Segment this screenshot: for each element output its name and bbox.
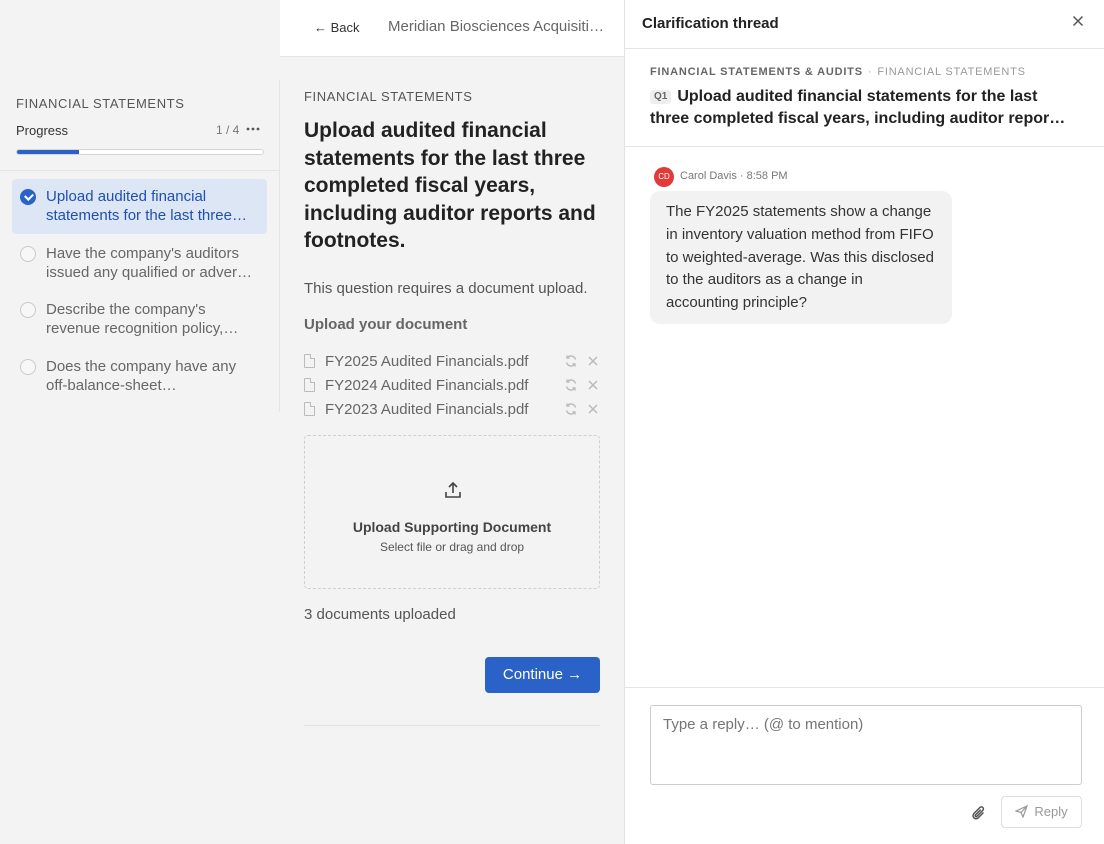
file-row: FY2025 Audited Financials.pdf	[304, 351, 600, 371]
progress-bar-fill	[17, 150, 79, 154]
radio-circle-icon	[20, 302, 36, 318]
remove-icon[interactable]	[586, 378, 600, 392]
thread-breadcrumb: Financial Statements & Audits · Financial …	[650, 66, 1026, 78]
sidebar-item-label: Describe the company's revenue recogniti…	[46, 301, 224, 337]
upload-icon	[445, 481, 461, 498]
send-icon	[1014, 804, 1029, 819]
thread-title: Clarification thread	[642, 15, 779, 32]
continue-button[interactable]: Continue →	[485, 657, 600, 693]
reply-composer: Reply	[625, 687, 1104, 844]
check-circle-icon	[20, 189, 36, 205]
question-sidebar: Financial Statements Progress 1 / 4 Uplo…	[0, 0, 280, 844]
crumb-section: Financial Statements	[877, 66, 1026, 78]
file-name[interactable]: FY2024 Audited Financials.pdf	[325, 377, 556, 394]
reply-label: Reply	[1034, 804, 1068, 819]
question-tag: Q1	[650, 90, 672, 104]
file-icon	[304, 378, 315, 392]
sidebar-item-label: Upload audited financial statements for …	[46, 188, 232, 224]
back-button[interactable]: ← Back	[314, 20, 360, 35]
sidebar-item-question-1[interactable]: Upload audited financial statements for …	[12, 179, 267, 234]
dropzone-subtitle: Select file or drag and drop	[379, 540, 525, 554]
file-name[interactable]: FY2025 Audited Financials.pdf	[325, 353, 556, 370]
sidebar-item-question-3[interactable]: Describe the company's revenue recogniti…	[12, 292, 267, 347]
requirement-note: This question requires a document upload…	[304, 280, 588, 297]
divider	[0, 170, 279, 171]
divider	[625, 146, 1104, 147]
dropzone-title: Upload Supporting Document	[352, 519, 552, 535]
radio-circle-icon	[20, 359, 36, 375]
file-icon	[304, 402, 315, 416]
reply-button[interactable]: Reply	[1001, 796, 1082, 828]
reply-input[interactable]	[650, 705, 1082, 785]
avatar: CD	[654, 167, 674, 187]
thread-question: Q1 Upload audited financial statements fo…	[650, 86, 1070, 130]
message-bubble: The FY2025 statements show a change in i…	[650, 191, 952, 324]
file-name[interactable]: FY2023 Audited Financials.pdf	[325, 401, 556, 418]
more-options-icon[interactable]	[245, 121, 261, 137]
divider	[304, 725, 600, 726]
sidebar-item-label: Does the company have any off-balance-sh…	[46, 358, 237, 394]
progress-bar	[16, 149, 264, 155]
thread-header: Clarification thread	[625, 0, 1104, 49]
sidebar-section-title: Financial Statements	[16, 96, 185, 111]
sidebar-item-label: Have the company's auditors issued any q…	[46, 245, 253, 281]
replace-icon[interactable]	[564, 378, 578, 392]
upload-dropzone[interactable]: Upload Supporting Document Select file o…	[304, 435, 600, 589]
top-bar: ← Back Meridian Biosciences Acquisition	[280, 0, 624, 57]
question-panel: ← Back Meridian Biosciences Acquisition …	[280, 0, 624, 844]
remove-icon[interactable]	[586, 402, 600, 416]
sidebar-item-question-4[interactable]: Does the company have any off-balance-sh…	[12, 349, 267, 404]
question-title: Upload audited financial statements for …	[304, 119, 596, 252]
radio-circle-icon	[20, 246, 36, 262]
progress-count: 1 / 4	[216, 123, 240, 137]
sidebar-item-question-2[interactable]: Have the company's auditors issued any q…	[12, 236, 267, 291]
crumb-separator: ·	[867, 66, 873, 78]
section-label: Financial Statements	[304, 89, 473, 104]
uploaded-count: 3 documents uploaded	[304, 606, 456, 623]
crumb-category: Financial Statements & Audits	[650, 66, 863, 78]
paperclip-icon[interactable]	[970, 804, 988, 822]
progress-label: Progress	[16, 123, 69, 138]
file-row: FY2024 Audited Financials.pdf	[304, 375, 600, 395]
remove-icon[interactable]	[586, 354, 600, 368]
upload-label: Upload your document	[304, 316, 468, 333]
breadcrumb: Meridian Biosciences Acquisition	[388, 18, 604, 35]
message-meta: Carol Davis · 8:58 PM	[680, 170, 788, 182]
file-row: FY2023 Audited Financials.pdf	[304, 399, 600, 419]
replace-icon[interactable]	[564, 354, 578, 368]
thread-question-text: Upload audited financial statements for …	[650, 88, 1064, 127]
replace-icon[interactable]	[564, 402, 578, 416]
file-icon	[304, 354, 315, 368]
close-icon[interactable]	[1069, 14, 1087, 32]
clarification-thread-panel: Clarification thread Financial Statement…	[624, 0, 1104, 844]
